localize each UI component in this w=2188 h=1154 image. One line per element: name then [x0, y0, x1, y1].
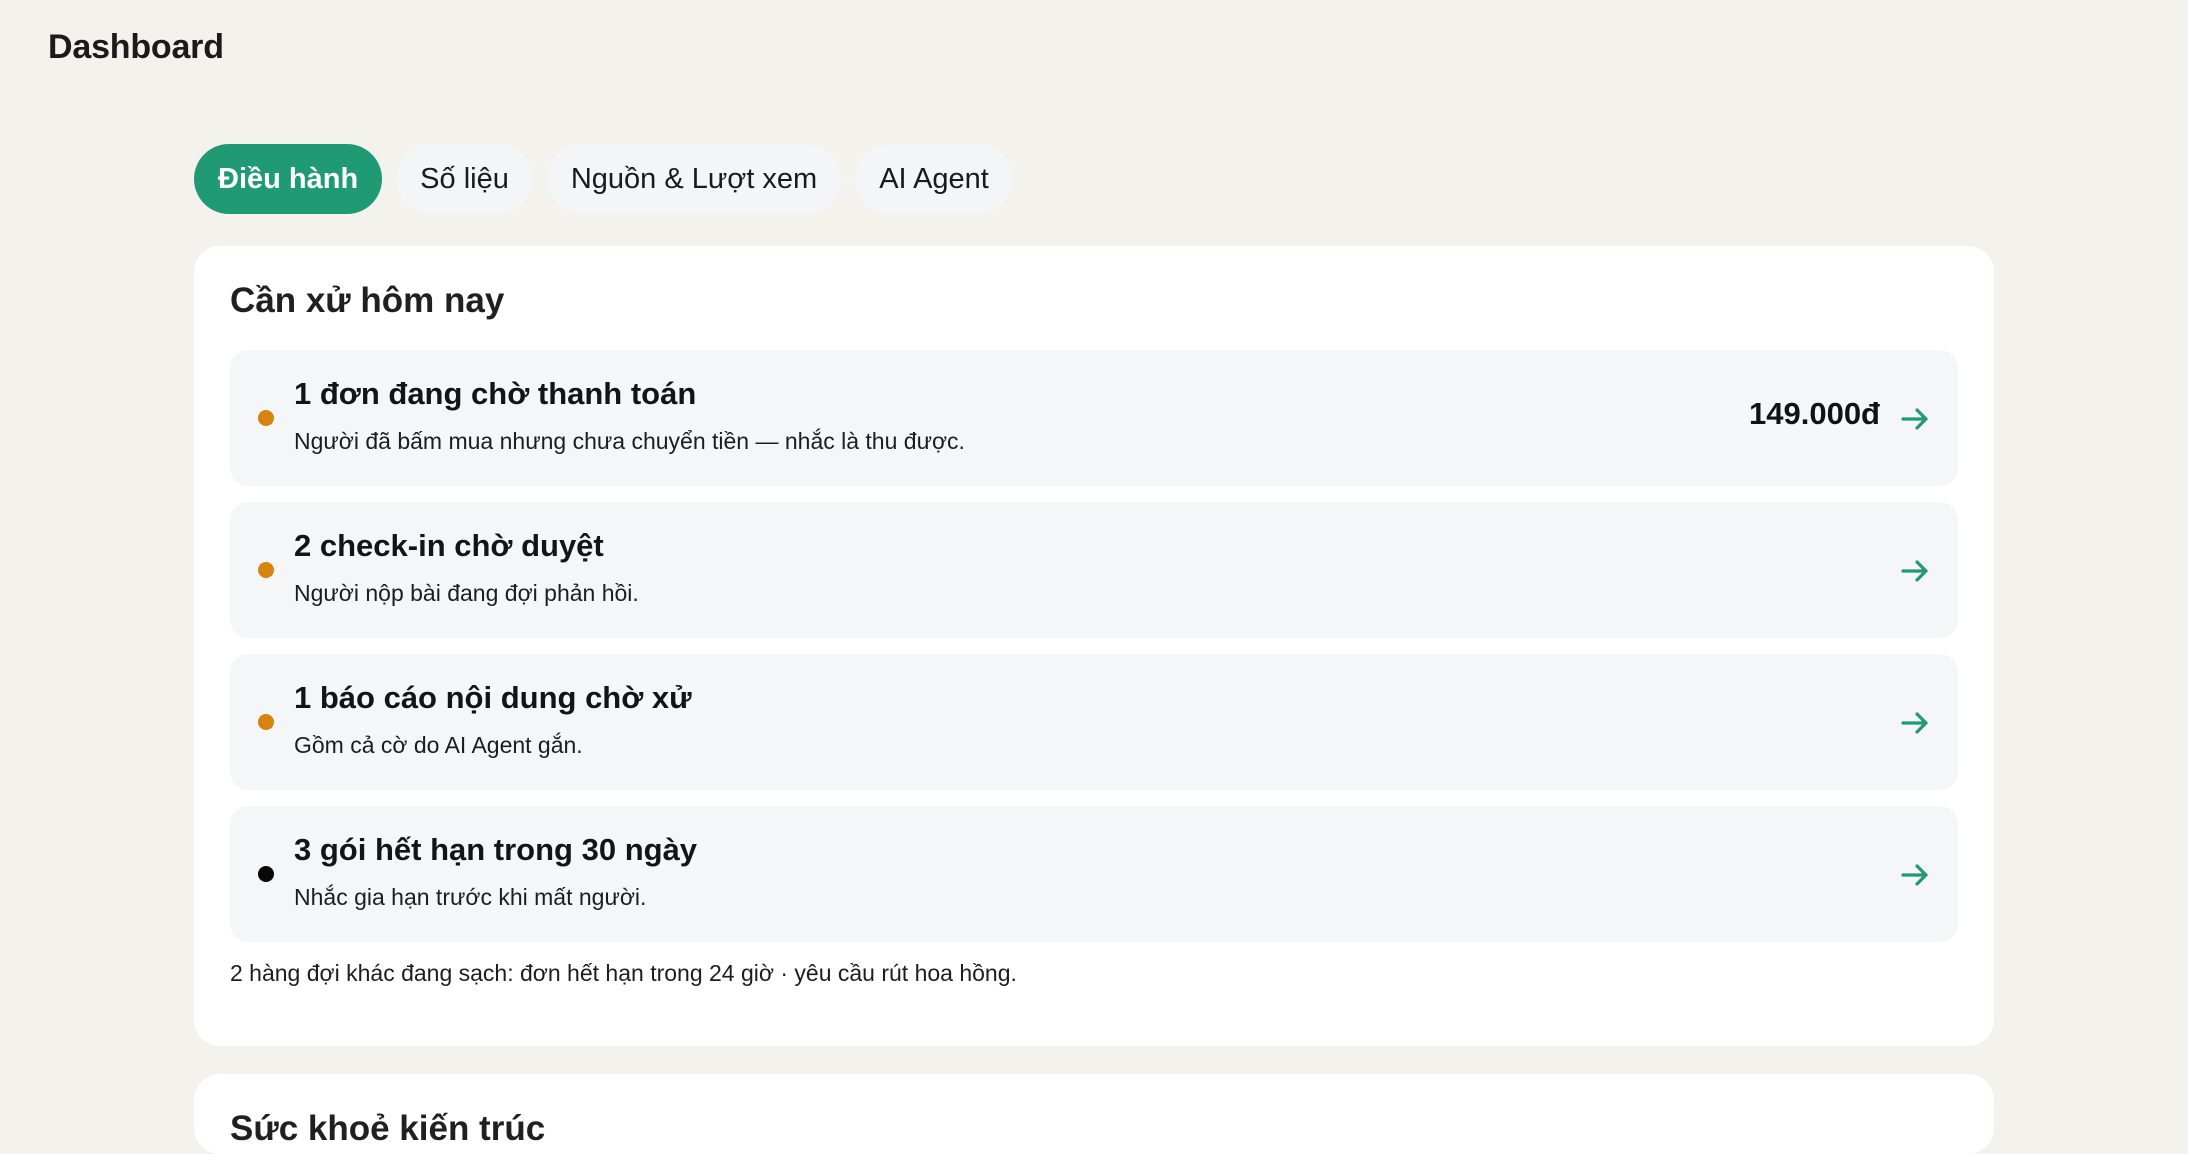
queue-item-title: 1 báo cáo nội dung chờ xử — [294, 680, 692, 715]
arrow-right-icon[interactable] — [1898, 858, 1932, 892]
queue-summary-note: 2 hàng đợi khác đang sạch: đơn hết hạn t… — [230, 960, 1017, 986]
arrow-right-icon[interactable] — [1898, 554, 1932, 588]
status-dot-icon — [258, 866, 274, 882]
queue-item-title: 1 đơn đang chờ thanh toán — [294, 376, 697, 411]
queue-item-description: Nhắc gia hạn trước khi mất người. — [294, 884, 647, 910]
tab-nguon-luot-xem[interactable]: Nguồn & Lượt xem — [546, 144, 842, 214]
queue-item-content-report[interactable]: 1 báo cáo nội dung chờ xử Gồm cả cờ do A… — [230, 654, 1958, 790]
queue-item-checkin[interactable]: 2 check-in chờ duyệt Người nộp bài đang … — [230, 502, 1958, 638]
queue-item-description: Người đã bấm mua nhưng chưa chuyển tiền … — [294, 428, 965, 454]
arrow-right-icon[interactable] — [1898, 706, 1932, 740]
warning-dot-icon — [258, 562, 274, 578]
queue-item-title: 2 check-in chờ duyệt — [294, 528, 604, 563]
warning-dot-icon — [258, 714, 274, 730]
page-title: Dashboard — [48, 28, 224, 66]
warning-dot-icon — [258, 410, 274, 426]
tab-dieu-hanh[interactable]: Điều hành — [194, 144, 383, 214]
tab-bar: Điều hành Số liệu Nguồn & Lượt xem AI Ag… — [194, 144, 1013, 214]
tab-ai-agent[interactable]: AI Agent — [855, 144, 1013, 214]
queue-item-description: Gồm cả cờ do AI Agent gắn. — [294, 732, 583, 758]
queue-item-payment[interactable]: 1 đơn đang chờ thanh toán Người đã bấm m… — [230, 350, 1958, 486]
queue-list: 1 đơn đang chờ thanh toán Người đã bấm m… — [230, 350, 1958, 958]
tab-so-lieu[interactable]: Số liệu — [396, 144, 533, 214]
queue-item-title: 3 gói hết hạn trong 30 ngày — [294, 832, 698, 867]
arrow-right-icon[interactable] — [1898, 402, 1932, 436]
queue-item-expiring-packages[interactable]: 3 gói hết hạn trong 30 ngày Nhắc gia hạn… — [230, 806, 1958, 942]
today-card-title: Cần xử hôm nay — [230, 281, 505, 320]
next-card: Sức khoẻ kiến trúc — [194, 1074, 1994, 1154]
pending-amount: 149.000đ — [1749, 396, 1880, 431]
queue-item-description: Người nộp bài đang đợi phản hồi. — [294, 580, 639, 606]
next-card-title: Sức khoẻ kiến trúc — [230, 1109, 546, 1148]
today-card: Cần xử hôm nay 1 đơn đang chờ thanh toán… — [194, 246, 1994, 1046]
